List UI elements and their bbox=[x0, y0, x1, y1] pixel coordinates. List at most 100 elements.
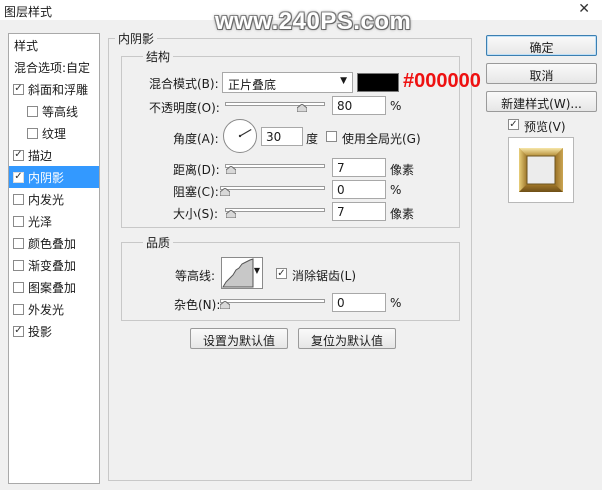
noise-input[interactable]: 0 bbox=[332, 293, 386, 312]
style-item[interactable]: 纹理 bbox=[9, 122, 99, 144]
noise-slider[interactable] bbox=[220, 297, 325, 309]
distance-slider-track bbox=[225, 164, 325, 168]
color-hex-annotation: #000000 bbox=[403, 70, 481, 92]
style-item[interactable]: 等高线 bbox=[9, 100, 99, 122]
style-item-checkbox[interactable] bbox=[27, 127, 38, 139]
choke-unit: % bbox=[390, 183, 402, 197]
contour-label: 等高线: bbox=[175, 269, 216, 283]
style-item-checkbox[interactable]: ✓ bbox=[13, 83, 24, 95]
opacity-input[interactable]: 80 bbox=[332, 96, 386, 115]
style-item-label: 内阴影 bbox=[28, 170, 65, 185]
cancel-button[interactable]: 取消 bbox=[486, 63, 597, 84]
style-item[interactable]: 渐变叠加 bbox=[9, 254, 99, 276]
distance-label: 距离(D): bbox=[173, 163, 220, 177]
style-item-label: 内发光 bbox=[28, 192, 65, 207]
opacity-slider-thumb[interactable] bbox=[297, 104, 307, 112]
noise-unit: % bbox=[390, 296, 402, 310]
styles-header[interactable]: 样式 bbox=[9, 34, 99, 56]
contour-dropdown-icon: ▼ bbox=[253, 266, 260, 275]
angle-input[interactable]: 30 bbox=[261, 127, 303, 146]
size-slider-thumb[interactable] bbox=[226, 210, 236, 218]
size-slider-track bbox=[225, 208, 325, 212]
panel-title: 内阴影 bbox=[115, 30, 158, 47]
noise-label: 杂色(N): bbox=[174, 298, 221, 312]
distance-slider[interactable] bbox=[225, 162, 325, 174]
close-icon[interactable]: ✕ bbox=[578, 1, 590, 17]
distance-input[interactable]: 7 bbox=[332, 158, 386, 177]
quality-title: 品质 bbox=[143, 234, 174, 251]
style-item-checkbox[interactable]: ✓ bbox=[13, 171, 24, 183]
blend-mode-select[interactable]: 正片叠底 ▼ bbox=[222, 72, 353, 93]
distance-slider-thumb[interactable] bbox=[226, 166, 236, 174]
global-light-label[interactable]: 使用全局光(G) bbox=[342, 130, 421, 147]
choke-slider[interactable] bbox=[220, 184, 325, 196]
reset-default-button[interactable]: 复位为默认值 bbox=[298, 328, 396, 349]
blend-mode-label: 混合模式(B): bbox=[149, 77, 219, 91]
style-item[interactable]: 光泽 bbox=[9, 210, 99, 232]
size-slider[interactable] bbox=[225, 206, 325, 218]
contour-picker[interactable]: ▼ bbox=[221, 257, 263, 289]
choke-label: 阻塞(C): bbox=[173, 185, 219, 199]
size-input[interactable]: 7 bbox=[332, 202, 386, 221]
style-item-checkbox[interactable] bbox=[13, 237, 24, 249]
angle-label: 角度(A): bbox=[173, 132, 219, 146]
ok-button[interactable]: 确定 bbox=[486, 35, 597, 56]
new-style-button[interactable]: 新建样式(W)... bbox=[486, 91, 597, 112]
antialias-label[interactable]: 消除锯齿(L) bbox=[292, 267, 356, 284]
blend-mode-value: 正片叠底 bbox=[228, 78, 277, 92]
preview-frame-image bbox=[519, 148, 563, 192]
style-item-label: 投影 bbox=[28, 324, 53, 339]
distance-unit: 像素 bbox=[390, 163, 415, 177]
style-item-label: 纹理 bbox=[42, 126, 67, 141]
style-item[interactable]: 图案叠加 bbox=[9, 276, 99, 298]
style-item-checkbox[interactable] bbox=[27, 105, 38, 117]
make-default-button[interactable]: 设置为默认值 bbox=[190, 328, 288, 349]
style-item-checkbox[interactable] bbox=[13, 215, 24, 227]
style-item-label: 斜面和浮雕 bbox=[28, 82, 89, 97]
style-item-checkbox[interactable] bbox=[13, 193, 24, 205]
style-item[interactable]: 内发光 bbox=[9, 188, 99, 210]
antialias-checkbox[interactable]: ✓ bbox=[276, 268, 287, 279]
style-item[interactable]: ✓ 内阴影 bbox=[9, 166, 99, 188]
style-item-checkbox[interactable] bbox=[13, 259, 24, 271]
contour-curve-icon bbox=[222, 258, 254, 288]
global-light-checkbox[interactable] bbox=[326, 131, 337, 142]
style-item-checkbox[interactable]: ✓ bbox=[13, 149, 24, 161]
styles-header-label: 样式 bbox=[14, 38, 39, 53]
opacity-label: 不透明度(O): bbox=[149, 101, 220, 115]
noise-slider-track bbox=[220, 299, 325, 303]
preview-checkbox[interactable]: ✓ bbox=[508, 119, 519, 130]
choke-slider-thumb[interactable] bbox=[220, 188, 230, 196]
preview-label[interactable]: 预览(V) bbox=[524, 118, 566, 135]
shadow-color-swatch[interactable] bbox=[357, 73, 399, 92]
style-item-label: 图案叠加 bbox=[28, 280, 77, 295]
style-item-label: 外发光 bbox=[28, 302, 65, 317]
style-item-checkbox[interactable]: ✓ bbox=[13, 325, 24, 337]
noise-slider-thumb[interactable] bbox=[220, 301, 230, 309]
opacity-slider[interactable] bbox=[225, 100, 325, 112]
choke-slider-track bbox=[220, 186, 325, 190]
style-item[interactable]: 外发光 bbox=[9, 298, 99, 320]
style-item-checkbox[interactable] bbox=[13, 303, 24, 315]
blend-options-label: 混合选项:自定 bbox=[14, 60, 91, 75]
size-unit: 像素 bbox=[390, 207, 415, 221]
style-item[interactable]: 颜色叠加 bbox=[9, 232, 99, 254]
opacity-slider-track bbox=[225, 102, 325, 106]
style-item-label: 渐变叠加 bbox=[28, 258, 77, 273]
choke-input[interactable]: 0 bbox=[332, 180, 386, 199]
style-item-label: 光泽 bbox=[28, 214, 53, 229]
blend-options-item[interactable]: 混合选项:自定 bbox=[9, 56, 99, 78]
watermark: www.240PS.com bbox=[215, 8, 412, 35]
style-preview bbox=[508, 137, 574, 203]
angle-dial[interactable] bbox=[222, 118, 258, 154]
style-item-label: 描边 bbox=[28, 148, 53, 163]
style-item[interactable]: ✓ 斜面和浮雕 bbox=[9, 78, 99, 100]
opacity-unit: % bbox=[390, 99, 402, 113]
style-item[interactable]: ✓ 描边 bbox=[9, 144, 99, 166]
style-item[interactable]: ✓ 投影 bbox=[9, 320, 99, 342]
size-label: 大小(S): bbox=[173, 207, 219, 221]
style-item-checkbox[interactable] bbox=[13, 281, 24, 293]
structure-title: 结构 bbox=[143, 48, 174, 65]
style-item-label: 颜色叠加 bbox=[28, 236, 77, 251]
style-item-label: 等高线 bbox=[42, 104, 79, 119]
